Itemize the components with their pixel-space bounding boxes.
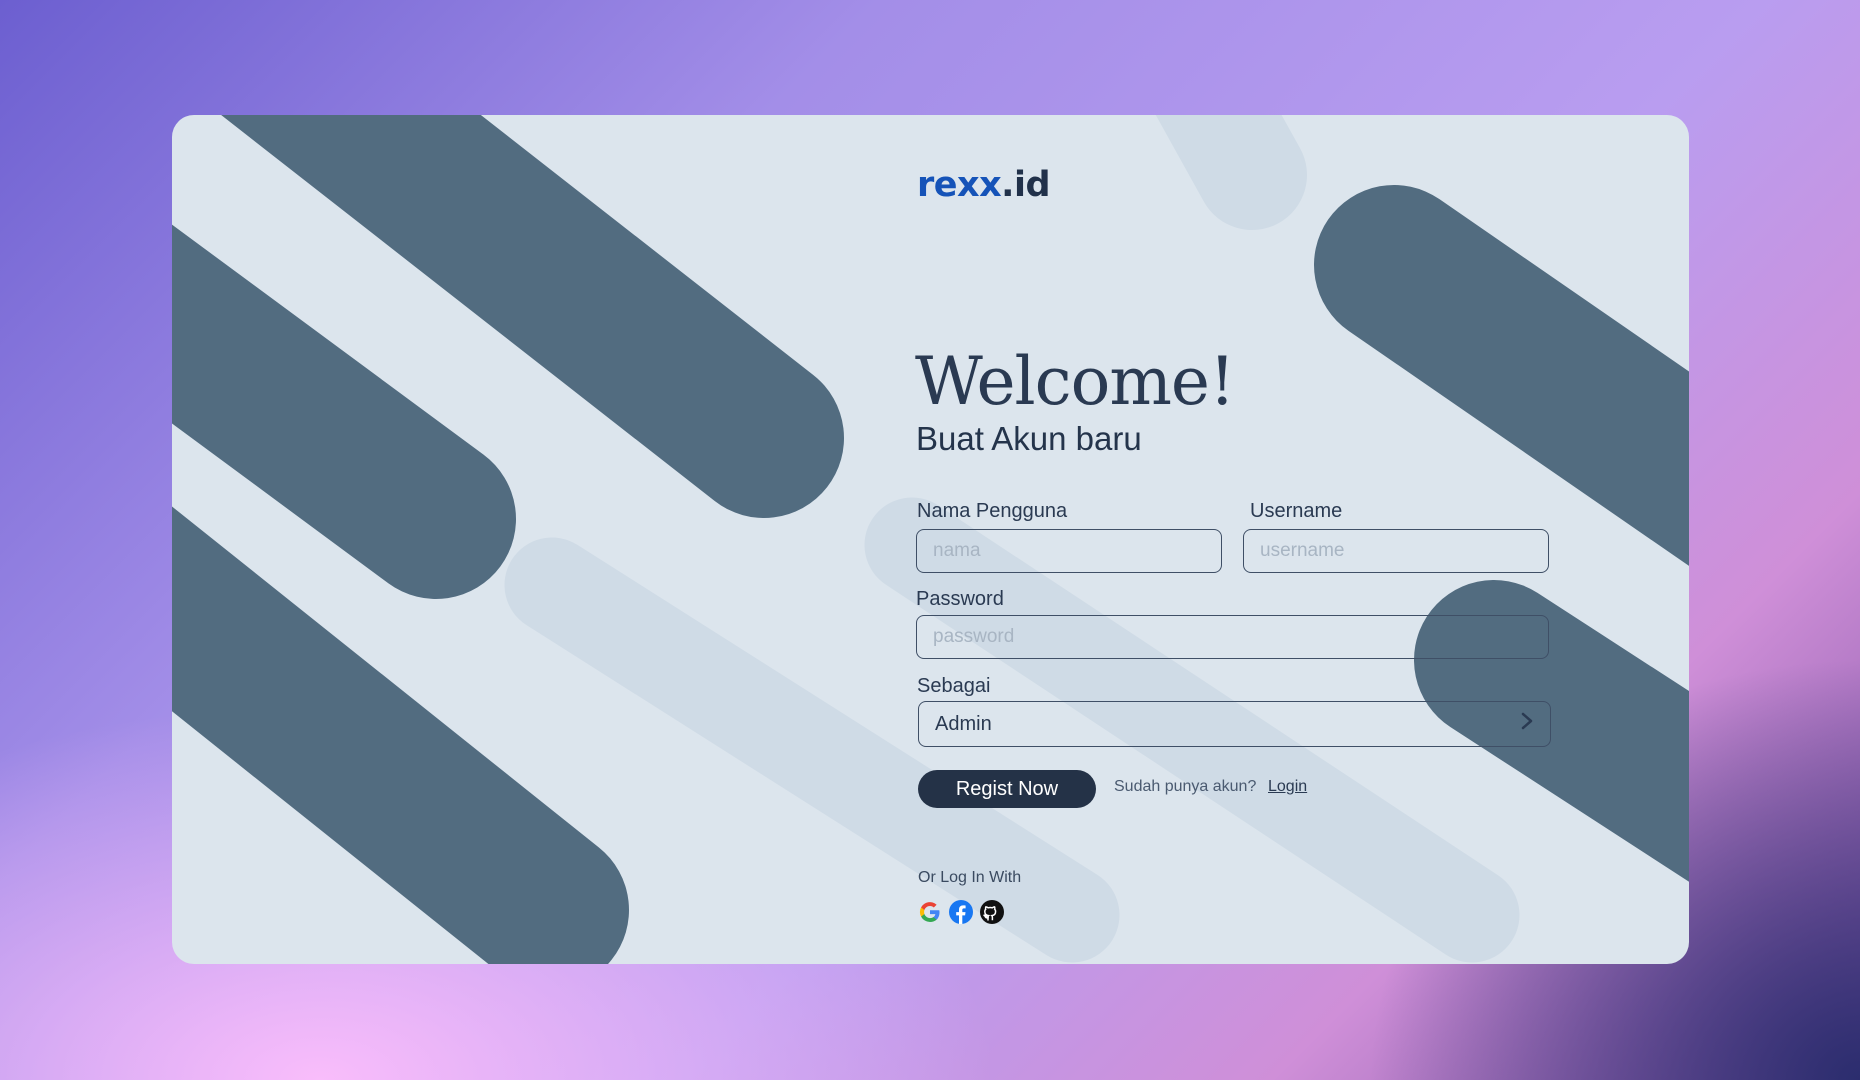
regist-now-button[interactable]: Regist Now: [918, 770, 1096, 808]
name-label: Nama Pengguna: [917, 500, 1068, 522]
github-icon[interactable]: [979, 899, 1005, 925]
facebook-icon[interactable]: [948, 899, 974, 925]
role-select-value: Admin: [935, 712, 992, 735]
login-link[interactable]: Login: [1268, 778, 1307, 796]
password-input[interactable]: [916, 615, 1549, 659]
username-input[interactable]: [1243, 529, 1549, 573]
chevron-right-icon: [1520, 711, 1534, 737]
brand-name: rexx: [917, 165, 1002, 205]
page-title: Welcome!: [915, 343, 1235, 420]
password-label: Password: [916, 588, 1004, 610]
google-icon[interactable]: [917, 899, 943, 925]
brand-logo: rexx.id: [917, 165, 1051, 205]
social-login-label: Or Log In With: [918, 869, 1022, 886]
role-select[interactable]: Admin: [918, 701, 1551, 747]
register-card: rexx.id Welcome! Buat Akun baru Nama Pen…: [172, 115, 1689, 964]
name-input[interactable]: [916, 529, 1222, 573]
username-label: Username: [1250, 500, 1343, 522]
role-label: Sebagai: [917, 675, 991, 697]
brand-domain: .id: [1001, 165, 1051, 205]
have-account-text: Sudah punya akun?: [1114, 778, 1257, 795]
page-subtitle: Buat Akun baru: [916, 420, 1142, 457]
